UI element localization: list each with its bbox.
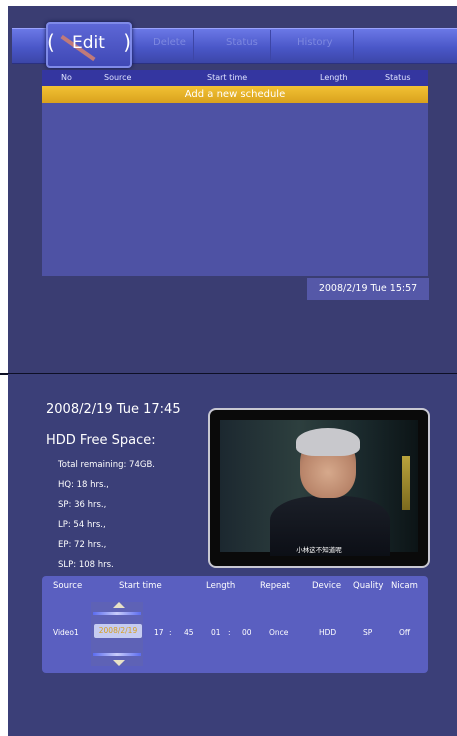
column-header-start-time: Start time — [207, 73, 248, 82]
tab-edit-right-bracket: ) — [123, 30, 131, 54]
hdd-slp: SLP: 108 hrs. — [58, 560, 114, 570]
column-header-source: Source — [53, 581, 83, 591]
recording-settings-panel: Source Start time Length Repeat Device Q… — [42, 576, 428, 673]
date-down-arrow-icon[interactable] — [93, 658, 141, 666]
hdd-total-remaining: Total remaining: 74GB. — [58, 460, 155, 470]
video-preview: 小林这不知道呢 — [208, 408, 430, 568]
tab-status[interactable]: Status — [226, 37, 258, 48]
source-value[interactable]: Video1 — [53, 628, 79, 637]
column-header-start-time: Start time — [119, 581, 162, 591]
video-person-hair — [296, 428, 360, 456]
tab-edit-label: Edit — [72, 33, 105, 53]
hdd-ep: EP: 72 hrs., — [58, 540, 107, 550]
column-header-device: Device — [312, 581, 342, 591]
length-separator: : — [228, 628, 231, 637]
time-separator: : — [169, 628, 172, 637]
repeat-field[interactable]: Once — [269, 628, 288, 637]
start-minute-field[interactable]: 45 — [184, 628, 194, 637]
recording-datetime: 2008/2/19 Tue 17:45 — [46, 402, 181, 417]
hdd-free-space-title: HDD Free Space: — [46, 433, 156, 448]
hdd-sp: SP: 36 hrs., — [58, 500, 107, 510]
current-datetime-text: 2008/2/19 Tue 15:57 — [318, 283, 418, 294]
tab-delete[interactable]: Delete — [153, 37, 186, 48]
column-header-status: Status — [385, 73, 411, 82]
quality-field[interactable]: SP — [363, 628, 372, 637]
column-header-no: No — [61, 73, 72, 82]
tab-history[interactable]: History — [297, 37, 333, 48]
tab-edit[interactable]: ( Edit ) — [46, 22, 132, 68]
column-header-quality: Quality — [353, 581, 384, 591]
tab-divider — [353, 30, 354, 60]
column-header-length: Length — [206, 581, 236, 591]
add-schedule-row[interactable]: Add a new schedule — [42, 86, 428, 103]
start-hour-field[interactable]: 17 — [154, 628, 164, 637]
column-header-repeat: Repeat — [260, 581, 290, 591]
column-header-length: Length — [320, 73, 348, 82]
current-datetime: 2008/2/19 Tue 15:57 — [307, 278, 429, 300]
tab-divider — [270, 30, 271, 60]
device-field[interactable]: HDD — [319, 628, 336, 637]
schedule-screen: ( Edit ) Delete Status History No Source… — [8, 6, 457, 374]
column-header-nicam: Nicam — [391, 581, 418, 591]
schedule-table-header: No Source Start time Length Status — [42, 70, 428, 86]
video-subtitle: 小林这不知道呢 — [296, 546, 342, 554]
video-sign — [402, 456, 410, 510]
date-spinner-rail — [93, 612, 141, 615]
recording-screen: 2008/2/19 Tue 17:45 HDD Free Space: Tota… — [8, 374, 457, 736]
tab-edit-left-bracket: ( — [47, 30, 55, 54]
hdd-lp: LP: 54 hrs., — [58, 520, 106, 530]
hdd-hq: HQ: 18 hrs., — [58, 480, 109, 490]
nicam-field[interactable]: Off — [399, 628, 410, 637]
date-up-arrow-icon[interactable] — [93, 602, 141, 610]
length-minutes-field[interactable]: 00 — [242, 628, 252, 637]
length-hours-field[interactable]: 01 — [211, 628, 221, 637]
add-schedule-label: Add a new schedule — [184, 89, 286, 100]
column-header-source: Source — [104, 73, 132, 82]
video-frame: 小林这不知道呢 — [220, 420, 418, 556]
tab-divider — [193, 30, 194, 60]
date-spinner-rail — [93, 653, 141, 656]
schedule-table: No Source Start time Length Status Add a… — [42, 70, 428, 276]
start-date-value: 2008/2/19 — [98, 626, 138, 635]
start-date-field[interactable]: 2008/2/19 — [94, 624, 142, 638]
